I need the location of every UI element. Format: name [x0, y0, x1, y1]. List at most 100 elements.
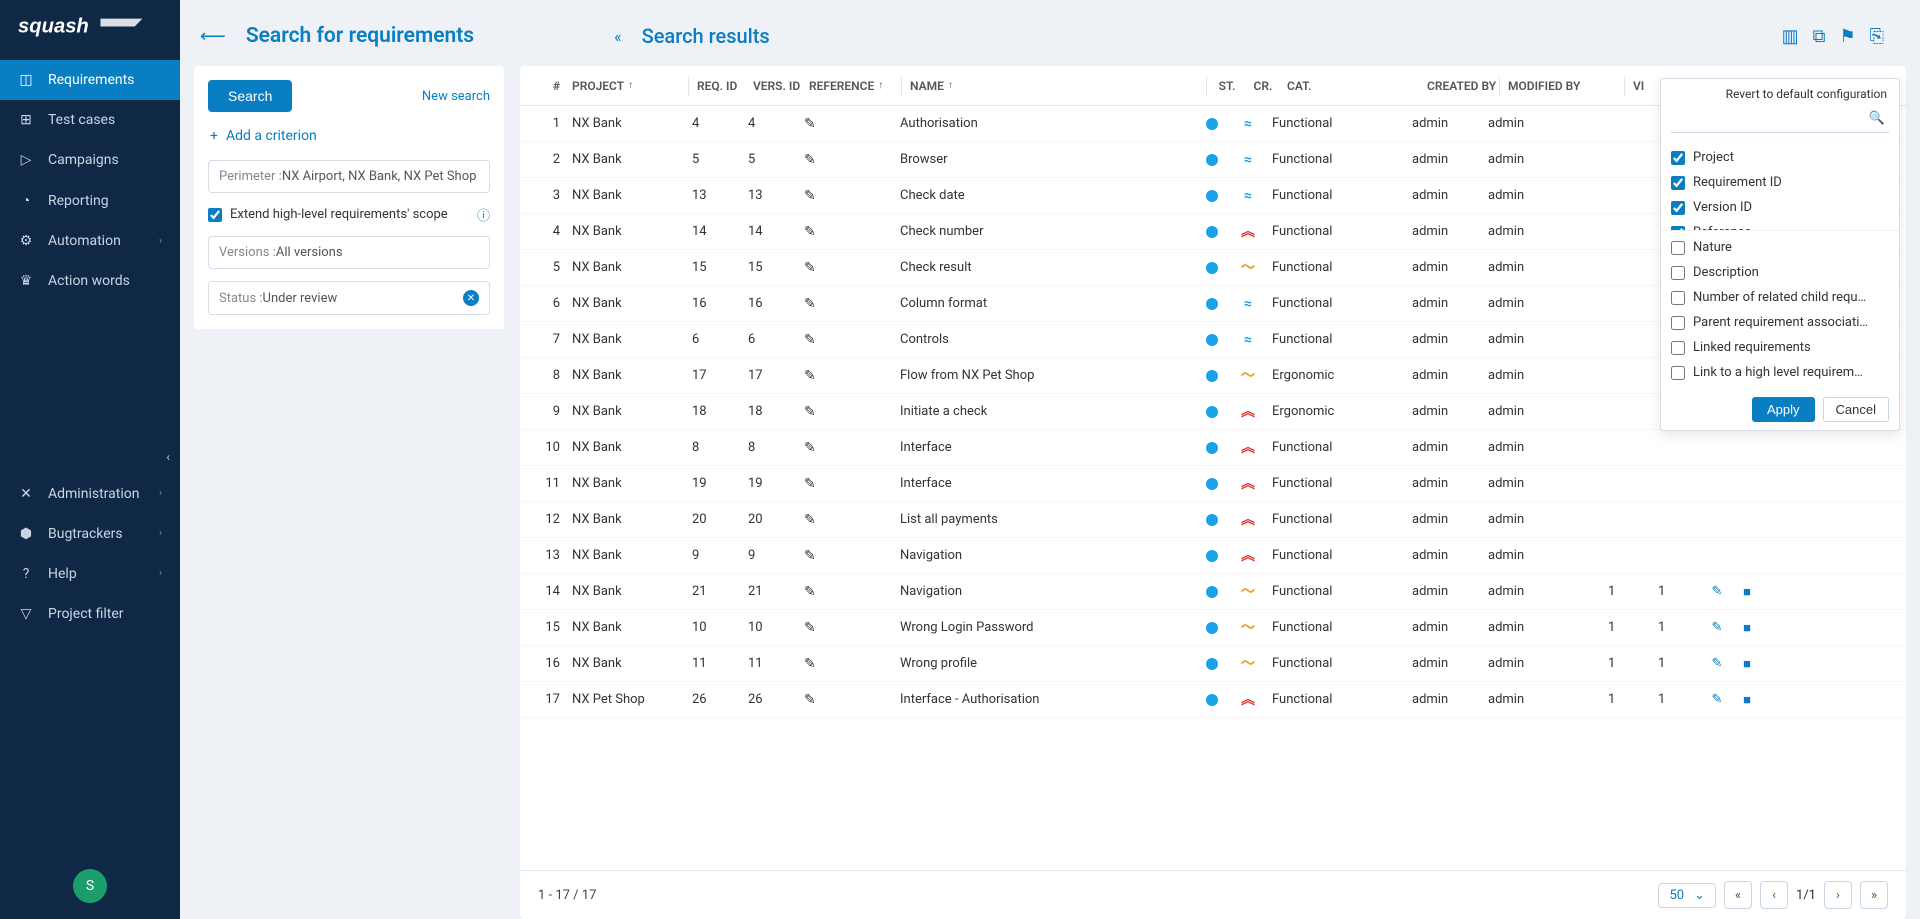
cell-reference[interactable]: ✎	[798, 296, 894, 312]
column-checkbox[interactable]	[1671, 176, 1685, 190]
edit-icon[interactable]: ✎	[804, 404, 816, 420]
col-versid[interactable]: VERS. ID	[747, 79, 803, 93]
cell-reference[interactable]: ✎	[798, 548, 894, 564]
edit-icon[interactable]: ✎	[804, 440, 816, 456]
export-icon[interactable]: ⎘	[1870, 26, 1884, 47]
edit-icon[interactable]: ✎	[804, 512, 816, 528]
cell-folder-action[interactable]: ■	[1732, 656, 1762, 672]
col-number[interactable]: #	[526, 79, 566, 93]
collapse-sidebar-button[interactable]: ‹	[0, 440, 180, 474]
column-checkbox[interactable]	[1671, 366, 1685, 380]
cell-reference[interactable]: ✎	[798, 584, 894, 600]
extend-scope-checkbox[interactable]: Extend high-level requirements' scope ⓘ	[208, 205, 490, 224]
edit-icon[interactable]: ✎	[804, 548, 816, 564]
sidebar-item-action-words[interactable]: ♛Action words	[0, 261, 180, 301]
page-size-select[interactable]: 50 ⌄	[1658, 883, 1716, 908]
edit-icon[interactable]: ✎	[804, 116, 816, 132]
edit-icon[interactable]: ✎	[804, 692, 816, 708]
edit-icon[interactable]: ✎	[804, 188, 816, 204]
column-option[interactable]: Link to a high level requirem…	[1671, 360, 1889, 385]
sidebar-item-reporting[interactable]: ◔Reporting	[0, 180, 180, 221]
col-modifiedby[interactable]: MODIFIED BY	[1502, 79, 1622, 93]
sidebar-item-automation[interactable]: ⚙Automation›	[0, 221, 180, 261]
columns-icon[interactable]: ▥	[1782, 26, 1799, 47]
last-page-button[interactable]: »	[1860, 881, 1888, 909]
cell-reference[interactable]: ✎	[798, 152, 894, 168]
prev-page-button[interactable]: ‹	[1760, 881, 1788, 909]
table-row[interactable]: 14 NX Bank 21 21 ✎ Navigation 〜 Function…	[520, 574, 1906, 610]
column-checkbox[interactable]	[1671, 201, 1685, 215]
column-checkbox[interactable]	[1671, 341, 1685, 355]
cell-folder-action[interactable]: ■	[1732, 620, 1762, 636]
table-row[interactable]: 16 NX Bank 11 11 ✎ Wrong profile 〜 Funct…	[520, 646, 1906, 682]
sidebar-item-test-cases[interactable]: ⊞Test cases	[0, 100, 180, 140]
cell-edit-action[interactable]: ✎	[1702, 692, 1732, 707]
cell-reference[interactable]: ✎	[798, 224, 894, 240]
cell-reference[interactable]: ✎	[798, 116, 894, 132]
col-criticality[interactable]: CR.	[1245, 79, 1281, 93]
cell-reference[interactable]: ✎	[798, 440, 894, 456]
search-button[interactable]: Search	[208, 80, 292, 112]
column-option[interactable]: Version ID	[1671, 195, 1889, 220]
column-option[interactable]: Requirement ID	[1671, 170, 1889, 195]
criterion-perimeter[interactable]: Perimeter : NX Airport, NX Bank, NX Pet …	[208, 160, 490, 193]
remove-criterion-icon[interactable]: ✕	[463, 290, 479, 306]
apply-button[interactable]: Apply	[1752, 397, 1815, 422]
cell-reference[interactable]: ✎	[798, 332, 894, 348]
sidebar-item-campaigns[interactable]: ▷Campaigns	[0, 140, 180, 180]
pencil-icon[interactable]: ✎	[1712, 584, 1723, 599]
column-option[interactable]: Linked requirements	[1671, 335, 1889, 360]
cell-reference[interactable]: ✎	[798, 692, 894, 708]
cell-reference[interactable]: ✎	[798, 476, 894, 492]
edit-icon[interactable]: ✎	[804, 152, 816, 168]
column-checkbox[interactable]	[1671, 151, 1685, 165]
folder-icon[interactable]: ■	[1743, 692, 1751, 708]
cell-reference[interactable]: ✎	[798, 368, 894, 384]
results-back-icon[interactable]: «	[614, 27, 622, 46]
new-search-link[interactable]: New search	[422, 89, 490, 104]
col-category[interactable]: CAT.	[1281, 79, 1421, 93]
flag-icon[interactable]: ⚑	[1839, 26, 1855, 47]
column-checkbox[interactable]	[1671, 316, 1685, 330]
back-icon[interactable]: ⟵	[200, 26, 226, 47]
column-option[interactable]: Reference	[1671, 220, 1889, 231]
folder-icon[interactable]: ■	[1743, 620, 1751, 636]
folder-icon[interactable]: ■	[1743, 656, 1751, 672]
col-project[interactable]: PROJECT↑	[566, 79, 686, 93]
folder-icon[interactable]: ■	[1743, 584, 1751, 600]
col-name[interactable]: NAME↑	[904, 79, 1204, 93]
next-page-button[interactable]: ›	[1824, 881, 1852, 909]
popover-revert-link[interactable]: Revert to default configuration	[1661, 79, 1899, 105]
col-reqid[interactable]: REQ. ID	[691, 79, 747, 93]
popover-search-input[interactable]	[1671, 109, 1889, 133]
cell-folder-action[interactable]: ■	[1732, 692, 1762, 708]
edit-icon[interactable]: ✎	[804, 476, 816, 492]
edit-icon[interactable]: ✎	[804, 368, 816, 384]
cell-reference[interactable]: ✎	[798, 656, 894, 672]
table-row[interactable]: 12 NX Bank 20 20 ✎ List all payments ︽ F…	[520, 502, 1906, 538]
table-row[interactable]: 10 NX Bank 8 8 ✎ Interface ︽ Functional …	[520, 430, 1906, 466]
cell-edit-action[interactable]: ✎	[1702, 656, 1732, 671]
edit-icon[interactable]: ✎	[804, 332, 816, 348]
sidebar-item-bugtrackers[interactable]: ⬢Bugtrackers›	[0, 514, 180, 554]
col-createdby[interactable]: CREATED BY	[1421, 79, 1497, 93]
sidebar-item-help[interactable]: ?Help›	[0, 554, 180, 594]
criterion-status[interactable]: Status : Under review ✕	[208, 281, 490, 315]
table-row[interactable]: 15 NX Bank 10 10 ✎ Wrong Login Password …	[520, 610, 1906, 646]
cell-edit-action[interactable]: ✎	[1702, 584, 1732, 599]
col-status[interactable]: ST.	[1209, 79, 1245, 93]
column-checkbox[interactable]	[1671, 266, 1685, 280]
copy-icon[interactable]: ⧉	[1813, 26, 1826, 47]
edit-icon[interactable]: ✎	[804, 656, 816, 672]
table-row[interactable]: 17 NX Pet Shop 26 26 ✎ Interface - Autho…	[520, 682, 1906, 718]
extend-scope-input[interactable]	[208, 208, 222, 222]
edit-icon[interactable]: ✎	[804, 260, 816, 276]
edit-icon[interactable]: ✎	[804, 296, 816, 312]
cell-edit-action[interactable]: ✎	[1702, 620, 1732, 635]
sidebar-item-project-filter[interactable]: ▽Project filter	[0, 594, 180, 634]
cell-reference[interactable]: ✎	[798, 404, 894, 420]
edit-icon[interactable]: ✎	[804, 584, 816, 600]
col-reference[interactable]: REFERENCE↑	[803, 79, 899, 93]
column-option[interactable]: Number of related child requ…	[1671, 285, 1889, 310]
cancel-button[interactable]: Cancel	[1823, 397, 1889, 422]
